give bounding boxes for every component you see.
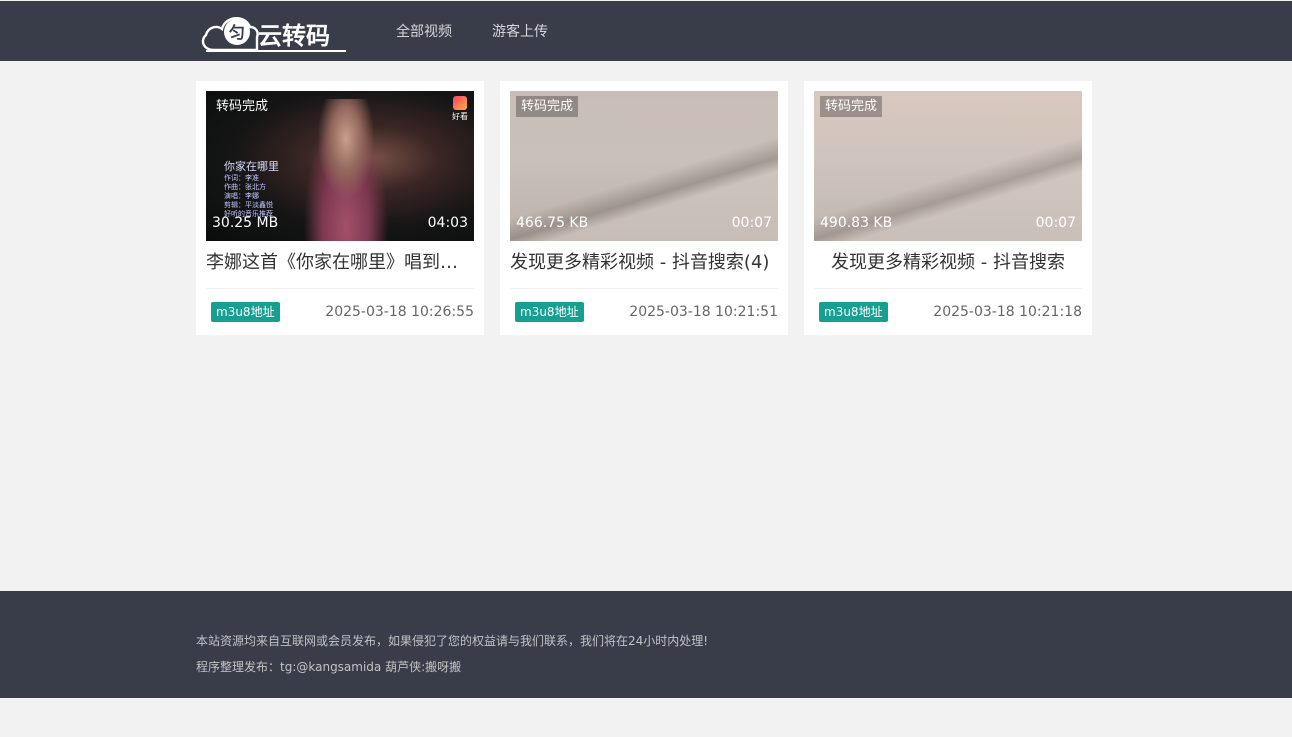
main-nav: 全部视频 游客上传 bbox=[396, 1, 588, 61]
upload-date: 2025-03-18 10:26:55 bbox=[325, 304, 474, 320]
video-meta: m3u8地址 2025-03-18 10:21:51 bbox=[510, 289, 778, 335]
video-duration: 04:03 bbox=[427, 215, 468, 231]
video-duration: 00:07 bbox=[731, 215, 772, 231]
video-title[interactable]: 李娜这首《你家在哪里》唱到了心里，令人动容 bbox=[206, 251, 474, 289]
video-thumbnail[interactable]: 转码完成 466.75 KB 00:07 bbox=[510, 91, 778, 241]
svg-text:匀: 匀 bbox=[229, 23, 245, 42]
footer-credits: 程序整理发布：tg:@kangsamida 葫芦侠:搬呀搬 bbox=[196, 660, 462, 674]
video-title[interactable]: 发现更多精彩视频 - 抖音搜索(4) bbox=[510, 251, 778, 289]
m3u8-link-button[interactable]: m3u8地址 bbox=[819, 302, 888, 322]
upload-date: 2025-03-18 10:21:51 bbox=[629, 304, 778, 320]
video-meta: m3u8地址 2025-03-18 10:26:55 bbox=[206, 289, 474, 335]
video-grid: 你家在哪里 作词：李准 作曲：张北方 演唱：李娜 剪辑：平淡鑫悦 好听的音乐推荐… bbox=[196, 81, 1108, 335]
video-thumbnail[interactable]: 转码完成 490.83 KB 00:07 bbox=[814, 91, 1082, 241]
m3u8-link-button[interactable]: m3u8地址 bbox=[515, 302, 584, 322]
app-watermark: 好看 bbox=[452, 96, 468, 122]
status-badge: 转码完成 bbox=[820, 96, 883, 117]
status-badge: 转码完成 bbox=[216, 99, 269, 114]
play-icon bbox=[453, 96, 467, 110]
video-thumbnail[interactable]: 你家在哪里 作词：李准 作曲：张北方 演唱：李娜 剪辑：平淡鑫悦 好听的音乐推荐… bbox=[206, 91, 474, 241]
video-card[interactable]: 转码完成 490.83 KB 00:07 发现更多精彩视频 - 抖音搜索 m3u… bbox=[804, 81, 1092, 335]
thumbnail-figure bbox=[298, 99, 394, 241]
thumbnail-credits: 你家在哪里 作词：李准 作曲：张北方 演唱：李娜 剪辑：平淡鑫悦 好听的音乐推荐 bbox=[224, 160, 279, 218]
footer-disclaimer: 本站资源均来自互联网或会员发布，如果侵犯了您的权益请与我们联系，我们将在24小时… bbox=[196, 634, 709, 648]
nav-guest-upload[interactable]: 游客上传 bbox=[492, 21, 548, 41]
video-card[interactable]: 你家在哪里 作词：李准 作曲：张北方 演唱：李娜 剪辑：平淡鑫悦 好听的音乐推荐… bbox=[196, 81, 484, 335]
file-size: 30.25 MB bbox=[212, 215, 279, 231]
video-meta: m3u8地址 2025-03-18 10:21:18 bbox=[814, 289, 1082, 335]
upload-date: 2025-03-18 10:21:18 bbox=[933, 304, 1082, 320]
file-size: 466.75 KB bbox=[516, 215, 589, 231]
nav-all-videos[interactable]: 全部视频 bbox=[396, 21, 452, 41]
status-badge: 转码完成 bbox=[516, 96, 579, 117]
video-card[interactable]: 转码完成 466.75 KB 00:07 发现更多精彩视频 - 抖音搜索(4) … bbox=[500, 81, 788, 335]
file-size: 490.83 KB bbox=[820, 215, 893, 231]
video-title[interactable]: 发现更多精彩视频 - 抖音搜索 bbox=[814, 251, 1082, 289]
page-footer: 本站资源均来自互联网或会员发布，如果侵犯了您的权益请与我们联系，我们将在24小时… bbox=[0, 591, 1292, 698]
cloud-logo-icon[interactable]: 匀 云转码 bbox=[200, 10, 348, 54]
top-header: 匀 云转码 全部视频 游客上传 bbox=[0, 1, 1292, 61]
video-duration: 00:07 bbox=[1035, 215, 1076, 231]
m3u8-link-button[interactable]: m3u8地址 bbox=[211, 302, 280, 322]
logo-text: 云转码 bbox=[258, 22, 330, 50]
